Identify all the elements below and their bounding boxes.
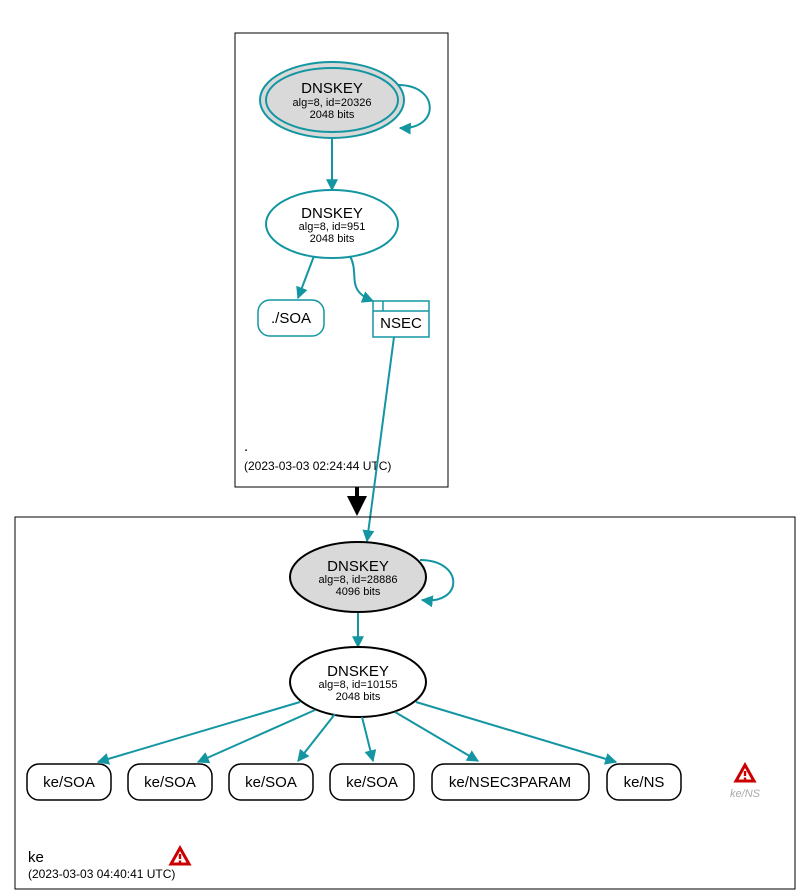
ke-zsk-bits: 2048 bits bbox=[336, 691, 381, 703]
root-nsec-label: NSEC bbox=[380, 315, 422, 332]
root-zsk-alg: alg=8, id=951 bbox=[299, 221, 366, 233]
root-zone-time: (2023-03-03 02:24:44 UTC) bbox=[244, 459, 391, 473]
ke-soa2-label: ke/SOA bbox=[144, 774, 196, 791]
ke-zsk-title: DNSKEY bbox=[327, 663, 389, 680]
edge-ke-zsk-ns bbox=[416, 702, 616, 762]
ke-ns-label: ke/NS bbox=[624, 774, 665, 791]
warning-icon bbox=[736, 765, 754, 781]
root-ksk-alg: alg=8, id=20326 bbox=[293, 97, 372, 109]
root-zsk-dnskey: DNSKEY alg=8, id=951 2048 bits bbox=[266, 190, 398, 258]
root-ksk-bits: 2048 bits bbox=[310, 109, 355, 121]
edge-ke-zsk-soa1 bbox=[98, 702, 300, 762]
ke-zsk-alg: alg=8, id=10155 bbox=[319, 679, 398, 691]
root-ksk-dnskey: DNSKEY alg=8, id=20326 2048 bits bbox=[260, 62, 404, 138]
edge-ke-zsk-nsec3p bbox=[395, 712, 478, 761]
ke-zone-label: ke bbox=[28, 849, 44, 866]
ke-soa4-label: ke/SOA bbox=[346, 774, 398, 791]
root-soa-label: ./SOA bbox=[271, 310, 311, 327]
edge-root-zsk-nsec bbox=[350, 256, 373, 301]
warning-icon bbox=[171, 848, 189, 864]
edge-ke-zsk-soa3 bbox=[298, 714, 335, 761]
ke-soa-record-1: ke/SOA bbox=[27, 764, 111, 800]
ke-nsec3param-record: ke/NSEC3PARAM bbox=[432, 764, 589, 800]
ke-nsec3p-label: ke/NSEC3PARAM bbox=[449, 774, 571, 791]
ke-soa-record-2: ke/SOA bbox=[128, 764, 212, 800]
ke-ns-warn-label: ke/NS bbox=[730, 788, 761, 800]
root-ksk-title: DNSKEY bbox=[301, 80, 363, 97]
root-nsec-record: NSEC bbox=[373, 301, 429, 337]
ke-ns-warning: ke/NS bbox=[730, 765, 761, 800]
ke-ksk-alg: alg=8, id=28886 bbox=[319, 574, 398, 586]
root-zone-label: . bbox=[244, 438, 248, 455]
ke-soa1-label: ke/SOA bbox=[43, 774, 95, 791]
ke-ksk-bits: 4096 bits bbox=[336, 586, 381, 598]
ke-soa-record-3: ke/SOA bbox=[229, 764, 313, 800]
ke-zsk-dnskey: DNSKEY alg=8, id=10155 2048 bits bbox=[290, 647, 426, 717]
ke-ksk-dnskey: DNSKEY alg=8, id=28886 4096 bits bbox=[290, 542, 426, 612]
ke-ns-record: ke/NS bbox=[607, 764, 681, 800]
root-zsk-bits: 2048 bits bbox=[310, 233, 355, 245]
edge-root-zsk-soa bbox=[298, 256, 314, 298]
edge-ke-zsk-soa4 bbox=[362, 717, 373, 761]
root-zsk-title: DNSKEY bbox=[301, 205, 363, 222]
edge-nsec-ke-ksk bbox=[367, 337, 394, 541]
edge-ke-zsk-soa2 bbox=[198, 710, 315, 762]
ke-zone-time: (2023-03-03 04:40:41 UTC) bbox=[28, 867, 175, 881]
ke-soa-record-4: ke/SOA bbox=[330, 764, 414, 800]
root-soa-record: ./SOA bbox=[258, 300, 324, 336]
ke-ksk-title: DNSKEY bbox=[327, 558, 389, 575]
ke-soa3-label: ke/SOA bbox=[245, 774, 297, 791]
